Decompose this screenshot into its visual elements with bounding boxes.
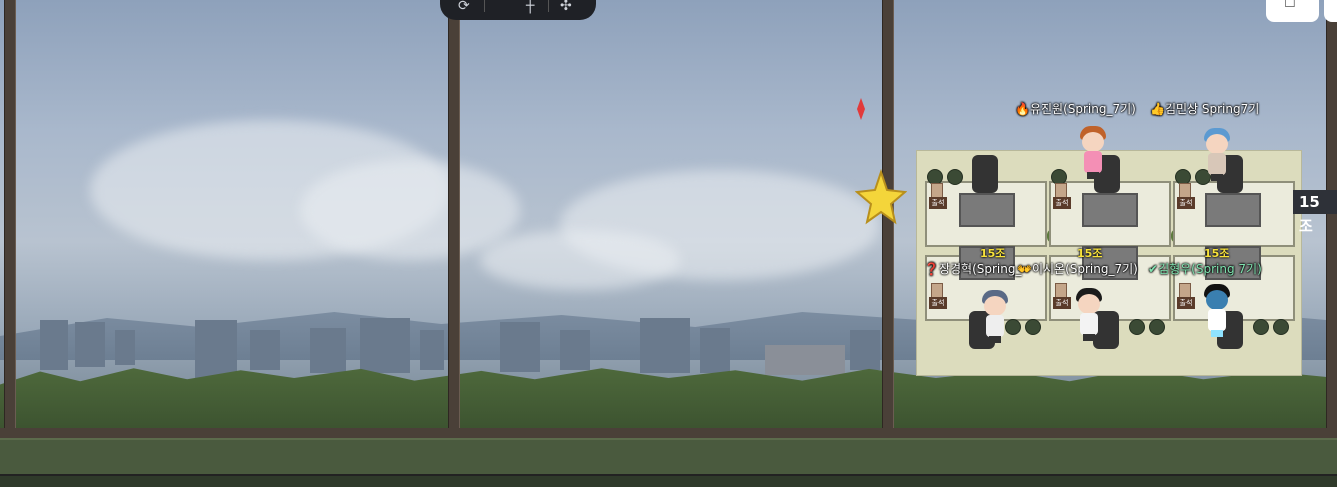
player-name-text: 이시온(Spring_7기) [1031,262,1138,276]
avatar-legs [1087,172,1099,179]
attendance-label[interactable]: 출석 [1053,197,1071,209]
player-name-text: 김형우(Spring 7기) [1158,262,1262,276]
avatar-kimhyeongwoo[interactable] [1200,282,1234,338]
avatar-leesion[interactable] [1072,286,1106,342]
crosshair-icon[interactable]: ┼ [526,0,534,14]
plant [1253,319,1269,335]
avatar-kimminsang[interactable] [1200,126,1234,182]
checkmark-icon: ✔ [1148,262,1159,276]
avatar-body [1208,309,1226,331]
building [700,328,730,373]
player-name-text: 김민상 Spring7기 [1164,102,1260,116]
window-frame [4,0,16,432]
building [850,330,880,370]
square-icon: ☐ [1284,0,1296,11]
player-name-janggyeonghyeok[interactable]: ❓장경혁(Spring_ [924,260,1021,277]
thumbs-up-icon: 👍 [1150,102,1165,116]
building [195,320,237,380]
floor-edge [0,474,1337,487]
team-label: 15조 [1077,247,1103,260]
fire-icon: 🔥 [1015,102,1030,116]
plant [947,169,963,185]
avatar-body [1208,153,1226,175]
window-frame [448,0,460,432]
avatar-yoojinwon[interactable] [1076,124,1110,180]
avatar-head [1078,294,1100,314]
building [360,318,410,373]
monitor [1205,193,1261,227]
avatar-body [986,315,1004,337]
player-name-kimhyeongwoo[interactable]: ✔김형우(Spring 7기) [1148,260,1262,277]
player-name-kimminsang[interactable]: 👍김민상 Spring7기 [1150,100,1259,117]
building [250,330,280,370]
team-label: 15조 [1204,247,1230,260]
window-sill [0,428,1337,438]
attendance-label[interactable]: 출석 [929,197,947,209]
cloud [300,160,520,260]
floor [0,438,1337,476]
game-scene[interactable]: 출석 출석 출석 출석 출석 출석 🔥유진원(Spring_7기) 👍김민상 S… [0,0,1337,487]
building [500,322,540,372]
attendance-label[interactable]: 출석 [929,297,947,309]
building [765,345,845,375]
avatar-janggyeonghyeok[interactable] [978,288,1012,344]
avatar-legs [1083,334,1095,341]
monitor [959,193,1015,227]
window-frame [1326,0,1337,432]
move-icon[interactable]: ✣ [560,0,572,14]
avatar-head [1206,134,1228,154]
building [420,330,444,370]
avatar-head [984,296,1006,316]
plant [1273,319,1289,335]
player-name-text: 장경혁(Spring_ [938,262,1022,276]
player-name-text: 유진원(Spring_7기) [1029,102,1136,116]
avatar-head [1082,132,1104,152]
building [75,322,105,367]
plant [1025,319,1041,335]
avatar-body [1080,313,1098,335]
building [115,330,135,365]
building [310,328,346,373]
corner-button-edge[interactable] [1324,0,1337,22]
cloud [480,230,680,290]
plant [1129,319,1145,335]
team-label: 15조 [980,247,1006,260]
star-icon[interactable] [855,168,907,228]
avatar-head [1206,290,1228,310]
question-icon: ❓ [924,262,939,276]
attendance-label[interactable]: 출석 [1053,297,1071,309]
player-name-leesion[interactable]: 👐이시온(Spring_7기) [1017,260,1138,277]
toolbar-divider [548,0,549,12]
refresh-icon[interactable]: ⟳ [458,0,470,14]
avatar-legs [989,336,1001,343]
room-label[interactable]: 15조 [1293,190,1337,235]
building [560,330,590,370]
plant [1149,319,1165,335]
corner-menu-button[interactable]: ☐ [1266,0,1319,22]
toolbar-divider [484,0,485,12]
avatar-body [1084,151,1102,173]
monitor [1082,193,1138,227]
view-toolbar: ⟳ ┼ ✣ [440,0,596,20]
attendance-label[interactable]: 출석 [1177,297,1195,309]
attendance-label[interactable]: 출석 [1177,197,1195,209]
building [640,318,690,373]
building [40,320,68,370]
open-hands-icon: 👐 [1017,262,1032,276]
avatar-legs [1211,174,1223,181]
avatar-legs [1211,330,1223,337]
player-name-yoojinwon[interactable]: 🔥유진원(Spring_7기) [1015,100,1136,117]
chair [972,155,998,193]
